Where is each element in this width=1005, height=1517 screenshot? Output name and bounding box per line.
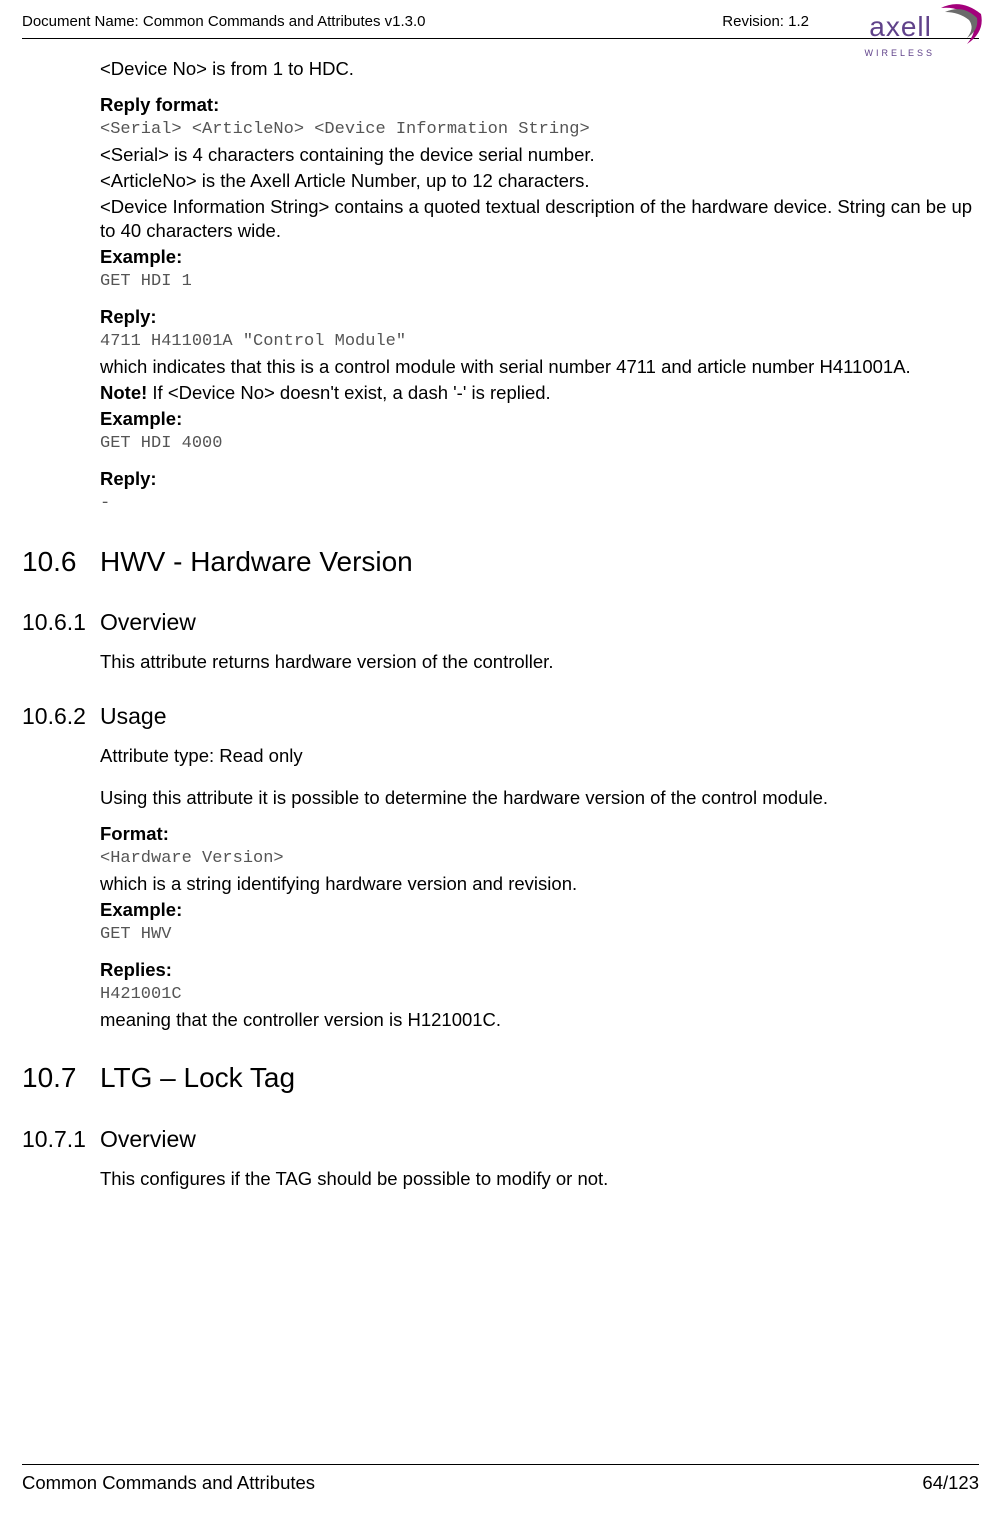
serial-desc: <Serial> is 4 characters containing the … [100,143,979,167]
revision: Revision: 1.2 [722,12,809,32]
footer-rule [22,1464,979,1465]
reply-label: Reply: [100,305,979,329]
replies-code: H421001C [100,984,979,1006]
reply2-code: - [100,493,979,515]
reply-code: 4711 H411001A "Control Module" [100,331,979,353]
section-10-6-1: 10.6.1 Overview [22,608,979,638]
format-label: Format: [100,822,979,846]
logo-text: axell [869,9,932,45]
format-desc: which is a string identifying hardware v… [100,872,979,896]
section-title: LTG – Lock Tag [100,1060,295,1096]
footer-page-number: 64/123 [922,1471,979,1495]
section-title: HWV - Hardware Version [100,544,413,580]
header-rule [22,38,979,39]
section-number: 10.7 [22,1060,100,1096]
section-title: Overview [100,1125,196,1155]
note-prefix: Note! [100,382,147,403]
brand-logo: axell WIRELESS [864,2,985,60]
section-title: Overview [100,608,196,638]
articleno-desc: <ArticleNo> is the Axell Article Number,… [100,169,979,193]
reply2-label: Reply: [100,467,979,491]
section-number: 10.6.1 [22,608,100,638]
example3-code: GET HWV [100,924,979,946]
format-code: <Hardware Version> [100,848,979,870]
usage-desc: Using this attribute it is possible to d… [100,786,979,810]
replies-desc: meaning that the controller version is H… [100,1008,979,1032]
attr-type: Attribute type: Read only [100,744,979,768]
section-10-6-2: 10.6.2 Usage [22,702,979,732]
reply-format-code: <Serial> <ArticleNo> <Device Information… [100,119,979,141]
devinfo-desc: <Device Information String> contains a q… [100,195,979,243]
page-header: Document Name: Common Commands and Attri… [22,12,979,38]
example3-label: Example: [100,898,979,922]
note-line: Note! If <Device No> doesn't exist, a da… [100,381,979,405]
section-number: 10.7.1 [22,1125,100,1155]
section-title: Usage [100,702,166,732]
note-rest: If <Device No> doesn't exist, a dash '-'… [147,382,550,403]
doc-name: Document Name: Common Commands and Attri… [22,12,682,32]
reply-desc: which indicates that this is a control m… [100,355,979,379]
example-code: GET HDI 1 [100,271,979,293]
section-10-7-1: 10.7.1 Overview [22,1125,979,1155]
section-number: 10.6 [22,544,100,580]
section-number: 10.6.2 [22,702,100,732]
example-label: Example: [100,245,979,269]
example2-label: Example: [100,407,979,431]
overview-text-107: This configures if the TAG should be pos… [100,1167,979,1191]
swoosh-icon [939,2,985,52]
page-footer: Common Commands and Attributes 64/123 [22,1464,979,1495]
replies-label: Replies: [100,958,979,982]
section-10-7: 10.7 LTG – Lock Tag [22,1060,979,1096]
intro-line: <Device No> is from 1 to HDC. [100,57,979,81]
section-10-6: 10.6 HWV - Hardware Version [22,544,979,580]
footer-left: Common Commands and Attributes [22,1471,315,1495]
overview-text: This attribute returns hardware version … [100,650,979,674]
reply-format-label: Reply format: [100,93,979,117]
example2-code: GET HDI 4000 [100,433,979,455]
